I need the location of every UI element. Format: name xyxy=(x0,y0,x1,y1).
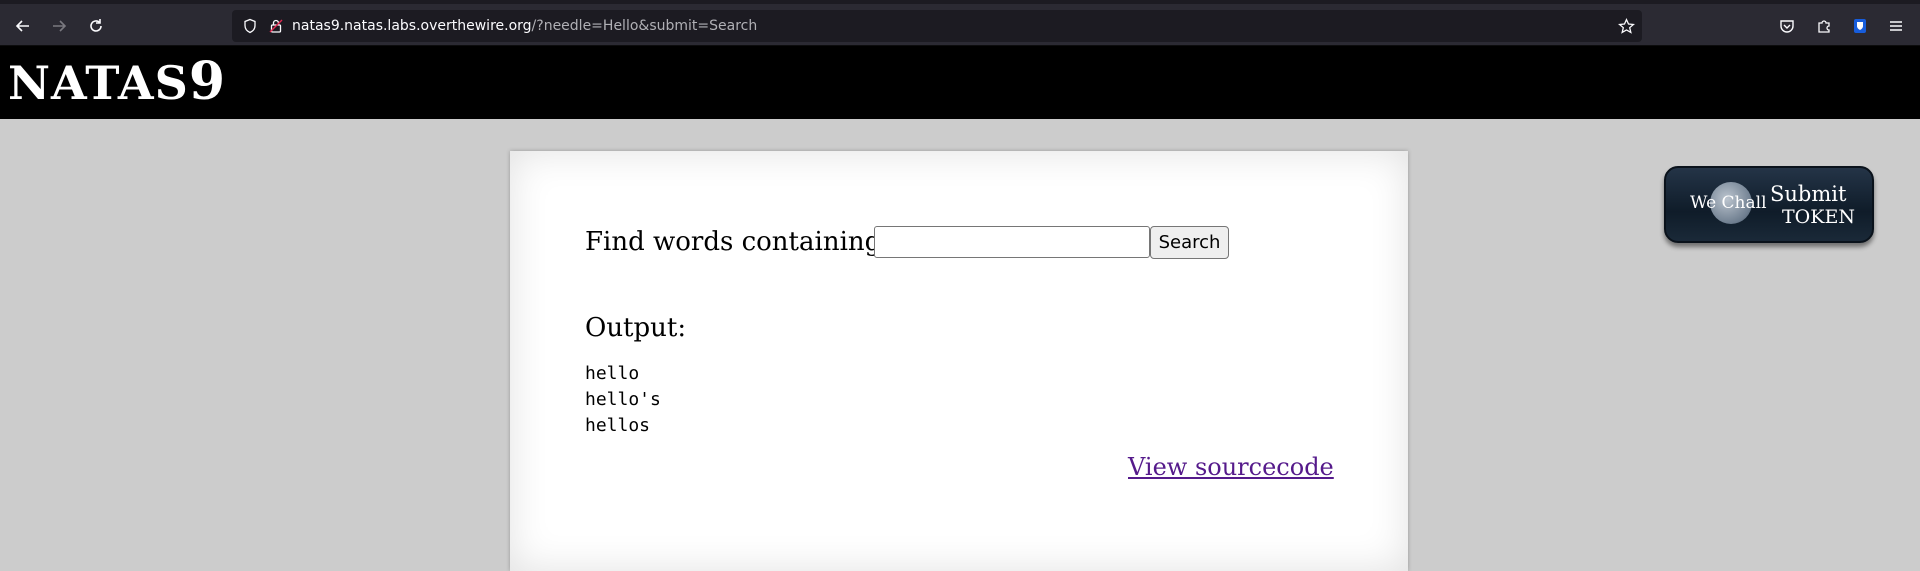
wechall-brand: We Chall xyxy=(1690,193,1767,213)
result-item: hello's xyxy=(585,389,661,410)
needle-input[interactable] xyxy=(874,226,1150,258)
arrow-left-icon xyxy=(15,20,29,32)
browser-toolbar: natas9.natas.labs.overthewire.org/?needl… xyxy=(0,4,1920,46)
lock-icon xyxy=(269,19,283,33)
hamburger-menu-icon xyxy=(1890,21,1902,31)
submit-label: Submit xyxy=(1770,182,1847,206)
url-host: natas9.natas.labs.overthewire.org xyxy=(292,18,532,34)
password-manager-button[interactable] xyxy=(1847,13,1873,39)
reload-icon xyxy=(90,19,102,32)
url-path: /?needle=Hello&submit=Search xyxy=(531,18,758,34)
bitwarden-shield-icon xyxy=(1854,19,1866,33)
output-label: Output: xyxy=(585,313,687,343)
page-header: NATAS9 xyxy=(0,46,1920,119)
find-words-label: Find words containing: xyxy=(585,227,891,257)
reload-button[interactable] xyxy=(83,13,109,39)
site-logo[interactable]: NATAS9 xyxy=(8,52,226,113)
puzzle-icon xyxy=(1818,20,1830,33)
result-item: hello xyxy=(585,363,640,384)
logo-text: NATAS xyxy=(8,56,189,110)
content-card: Find words containing: Search Output: he… xyxy=(510,151,1408,571)
result-item: hellos xyxy=(585,415,651,436)
token-label: TOKEN xyxy=(1782,206,1855,228)
shield-icon xyxy=(244,18,256,34)
output-results: hello hello's hellos xyxy=(585,361,661,439)
logo-number: 9 xyxy=(188,51,227,112)
menu-button[interactable] xyxy=(1883,13,1909,39)
forward-button[interactable] xyxy=(46,13,72,39)
address-bar[interactable]: natas9.natas.labs.overthewire.org/?needl… xyxy=(232,10,1642,42)
extensions-button[interactable] xyxy=(1811,13,1837,39)
submit-token-button[interactable]: We Chall Submit TOKEN xyxy=(1664,166,1874,243)
back-button[interactable] xyxy=(10,13,36,39)
url-text: natas9.natas.labs.overthewire.org/?needl… xyxy=(292,10,757,42)
search-button[interactable]: Search xyxy=(1150,226,1229,259)
bookmark-star-icon[interactable] xyxy=(1618,18,1635,35)
arrow-right-icon xyxy=(53,20,67,32)
pocket-icon xyxy=(1780,20,1794,33)
pocket-button[interactable] xyxy=(1774,13,1800,39)
view-sourcecode-link[interactable]: View sourcecode xyxy=(1128,453,1334,481)
